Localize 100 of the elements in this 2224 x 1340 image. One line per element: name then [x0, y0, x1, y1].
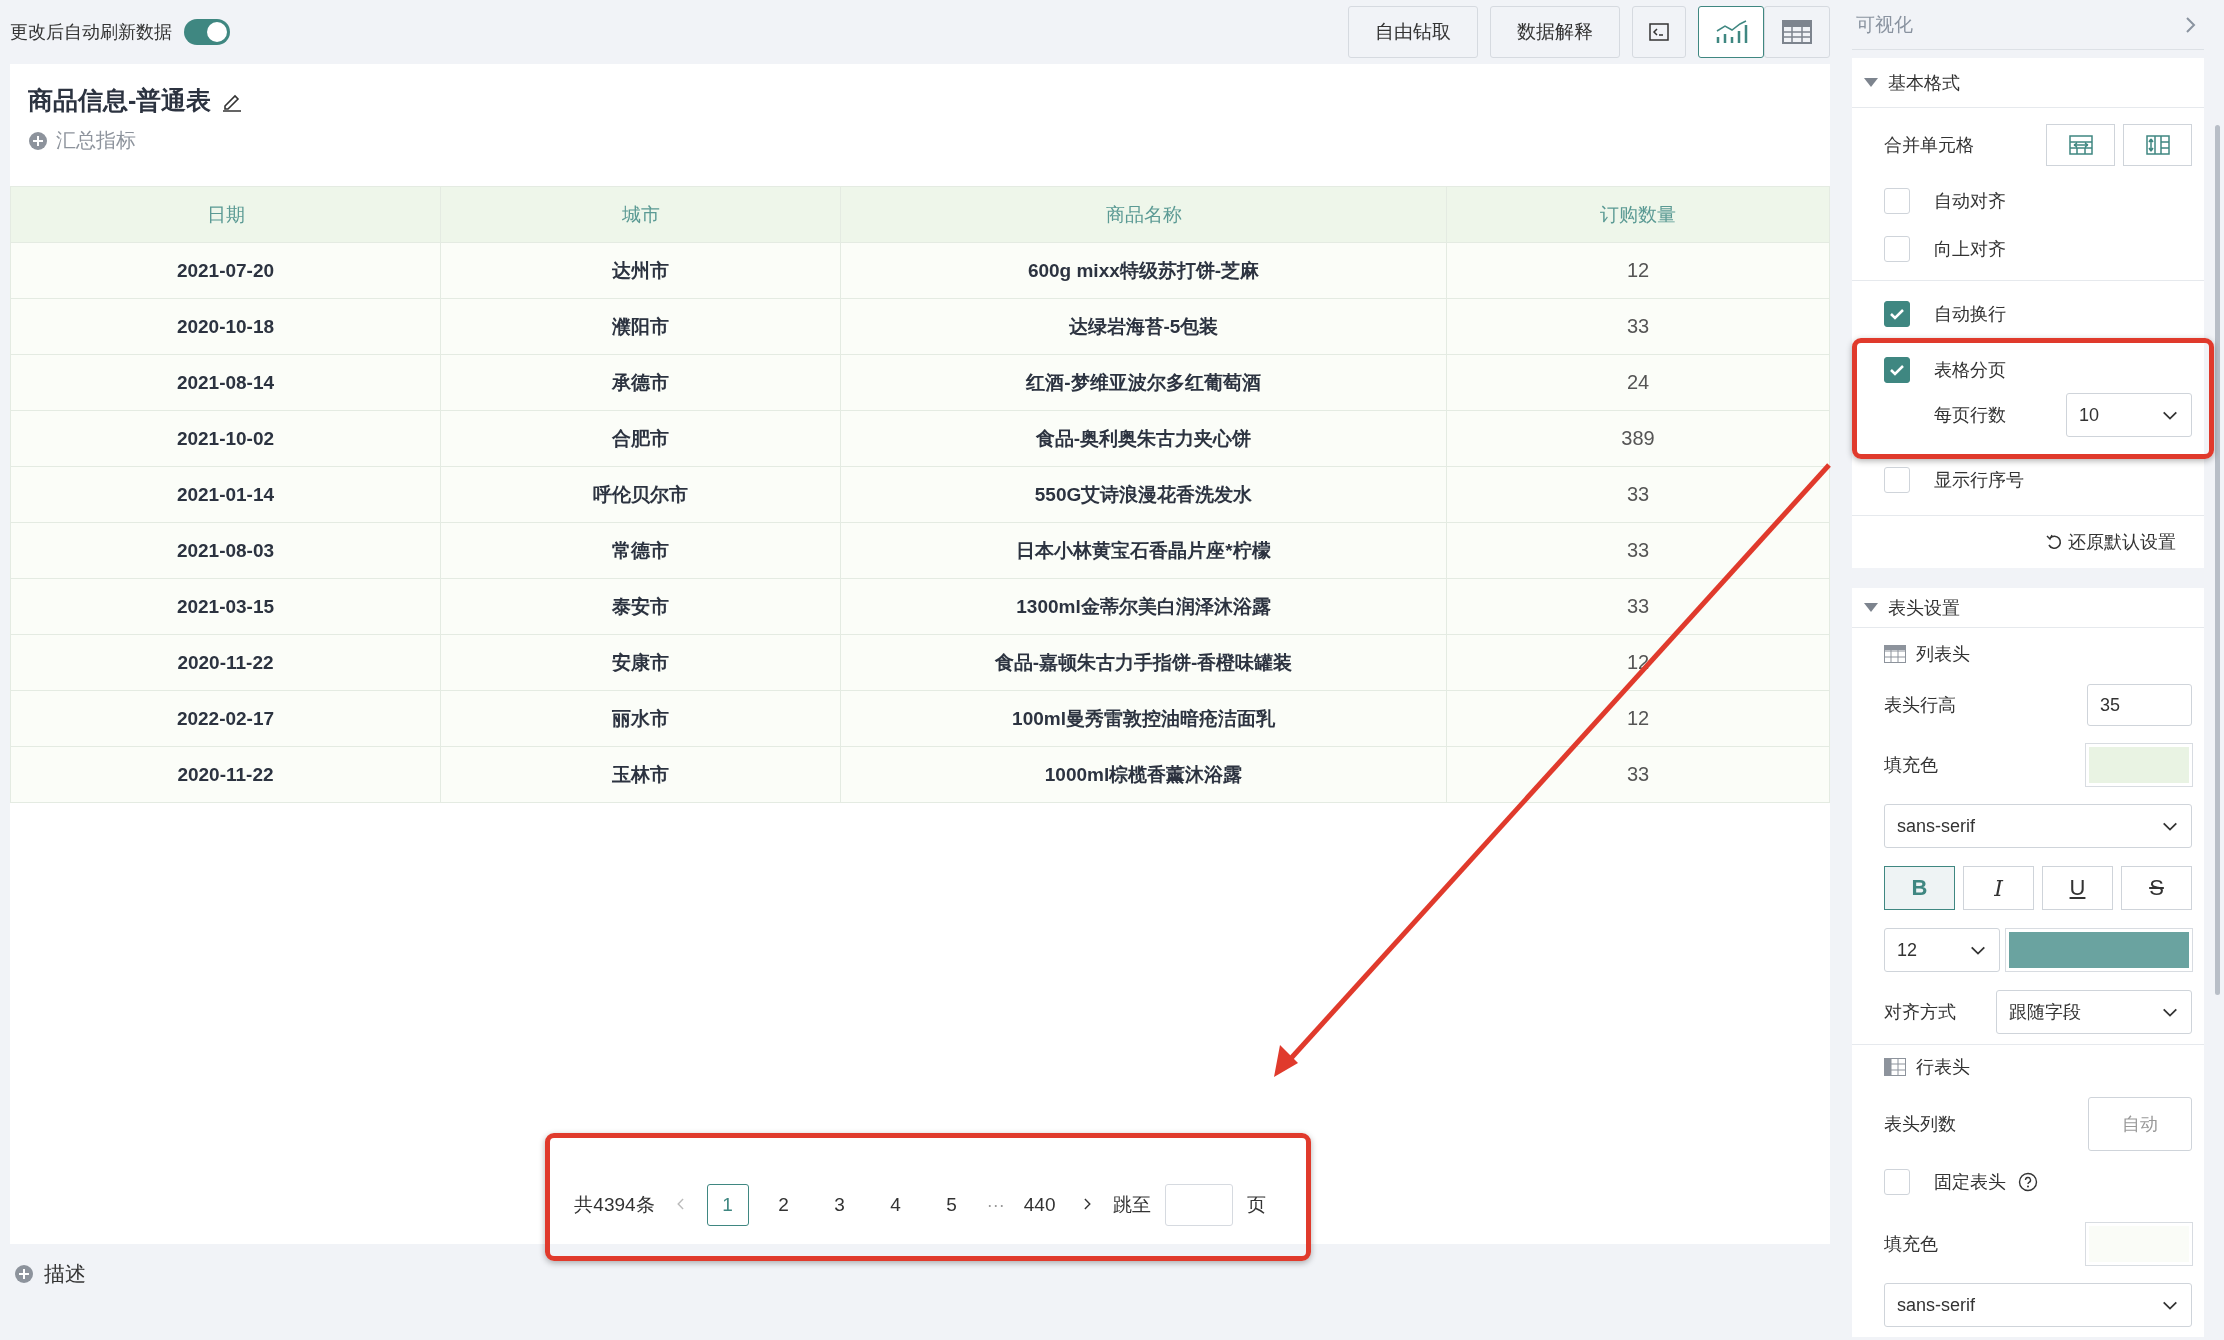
table-cell: 濮阳市: [440, 298, 841, 355]
checkbox-label: 表格分页: [1934, 359, 2006, 382]
checkbox-label: 自动换行: [1934, 303, 2006, 326]
table-cell: 2021-01-14: [10, 466, 441, 523]
toolbar-button[interactable]: 自由钻取: [1348, 6, 1478, 58]
setting-label: 填充色: [1884, 754, 1938, 777]
table-icon: [1884, 645, 1906, 663]
code-button[interactable]: [1632, 6, 1686, 58]
table-cell: 常德市: [440, 522, 841, 579]
table-cell: 达绿岩海苔-5包装: [840, 298, 1447, 355]
column-header: 日期: [10, 186, 441, 243]
table-cell: 12: [1446, 690, 1830, 747]
column-header: 订购数量: [1446, 186, 1830, 243]
merge-button[interactable]: [2123, 124, 2192, 166]
section-header[interactable]: 基本格式: [1852, 58, 2204, 108]
table-cell: 1000ml棕榄香薰沐浴露: [840, 746, 1447, 803]
text-style-button[interactable]: I: [1963, 866, 2034, 910]
fill-color-swatch[interactable]: [2086, 744, 2192, 786]
checkbox-label: 自动对齐: [1934, 190, 2006, 213]
toggle-switch[interactable]: [184, 19, 230, 45]
setting-label: 对齐方式: [1884, 1001, 1956, 1024]
table-cell: 2021-08-14: [10, 354, 441, 411]
table-cell: 2021-07-20: [10, 242, 441, 299]
description-link[interactable]: 描述: [44, 1260, 86, 1288]
table-cell: 2021-08-03: [10, 522, 441, 579]
table-cell: 食品-奥利奥朱古力夹心饼: [840, 410, 1447, 467]
page-input[interactable]: [1164, 1184, 1233, 1226]
reset-icon: [2046, 534, 2062, 550]
text-style-button[interactable]: S: [2121, 866, 2192, 910]
table-cell: 550G艾诗浪漫花香洗发水: [840, 466, 1447, 523]
table-cell: 承德市: [440, 354, 841, 411]
ellipsis: ···: [986, 1194, 1005, 1216]
help-icon[interactable]: [2018, 1172, 2038, 1192]
table-cell: 24: [1446, 354, 1830, 411]
column-header: 商品名称: [840, 186, 1447, 243]
table-cell: 日本小林黄宝石香晶片座*柠檬: [840, 522, 1447, 579]
font-select[interactable]: sans-serif: [1884, 804, 2192, 848]
table-cell: 12: [1446, 242, 1830, 299]
panel-title: 可视化: [1856, 12, 1913, 37]
table-cell: 2021-03-15: [10, 578, 441, 635]
table-title: 商品信息-普通表: [28, 85, 212, 116]
checkbox[interactable]: [1884, 357, 1910, 383]
toolbar-button[interactable]: 数据解释: [1490, 6, 1620, 58]
view-button[interactable]: [1698, 6, 1764, 58]
reset-link[interactable]: 还原默认设置: [2068, 530, 2176, 554]
table-cell: 33: [1446, 298, 1830, 355]
merge-columns-icon: [2145, 135, 2170, 155]
section-header[interactable]: 表头设置: [1852, 588, 2204, 628]
row-height-field[interactable]: 35: [2087, 684, 2192, 726]
text-style-button[interactable]: B: [1884, 866, 1955, 910]
subsection-title: 行表头: [1916, 1056, 1970, 1079]
table-cell: 泰安市: [440, 578, 841, 635]
plus-circle-icon: [14, 1264, 34, 1284]
table-cell: 2020-11-22: [10, 634, 441, 691]
checkbox-label: 显示行序号: [1934, 469, 2024, 492]
table-cell: 食品-嘉顿朱古力手指饼-香橙味罐装: [840, 634, 1447, 691]
merge-button[interactable]: [2046, 124, 2115, 166]
bar-chart-icon: [1714, 19, 1748, 45]
table-cell: 600g mixx特级苏打饼-芝麻: [840, 242, 1447, 299]
setting-label: 每页行数: [1934, 404, 2006, 427]
rows-per-page-select[interactable]: 10: [2066, 393, 2192, 437]
fill-color-swatch[interactable]: [2086, 1223, 2192, 1265]
caret-down-icon: [1864, 602, 1878, 613]
caret-down-icon: [1864, 77, 1878, 88]
setting-label: 填充色: [1884, 1233, 1938, 1256]
table-cell: 100ml曼秀雷敦控油暗疮洁面乳: [840, 690, 1447, 747]
page-suffix: 页: [1246, 1193, 1266, 1217]
table-cell: 红酒-梦维亚波尔多红葡萄酒: [840, 354, 1447, 411]
table-cell: 安康市: [440, 634, 841, 691]
align-select[interactable]: 跟随字段: [1996, 990, 2192, 1034]
setting-label: 表头列数: [1884, 1113, 1956, 1136]
checkbox-label: 向上对齐: [1934, 238, 2006, 261]
table-cell: 2020-10-18: [10, 298, 441, 355]
plus-circle-icon: [28, 130, 48, 151]
table-cell: 389: [1446, 410, 1830, 467]
table-cell: 2021-10-02: [10, 410, 441, 467]
font-select[interactable]: sans-serif: [1884, 1283, 2192, 1327]
table-icon: [1782, 20, 1812, 44]
setting-label: 合并单元格: [1884, 134, 1974, 157]
table-cell: 玉林市: [440, 746, 841, 803]
jump-label: 跳至: [1112, 1193, 1151, 1217]
table-cell: 33: [1446, 578, 1830, 635]
table-cell: 33: [1446, 746, 1830, 803]
table-cell: 合肥市: [440, 410, 841, 467]
table-cell: 2020-11-22: [10, 746, 441, 803]
table-cell: 2022-02-17: [10, 690, 441, 747]
text-style-button[interactable]: U: [2042, 866, 2113, 910]
setting-label: 表头行高: [1884, 694, 1956, 717]
table-cell: 33: [1446, 522, 1830, 579]
auto-refresh-label: 更改后自动刷新数据: [10, 21, 172, 44]
table-cell: 33: [1446, 466, 1830, 523]
font-size-select[interactable]: 12: [1884, 928, 2000, 972]
checkbox[interactable]: [1884, 301, 1910, 327]
column-header: 城市: [440, 186, 841, 243]
table-cell: 丽水市: [440, 690, 841, 747]
merge-rows-icon: [2068, 135, 2093, 155]
table-cell: 1300ml金蒂尔美白润泽沐浴露: [840, 578, 1447, 635]
text-color-swatch[interactable]: [2006, 929, 2192, 971]
page-number[interactable]: 1: [706, 1184, 749, 1226]
table-cell: 达州市: [440, 242, 841, 299]
